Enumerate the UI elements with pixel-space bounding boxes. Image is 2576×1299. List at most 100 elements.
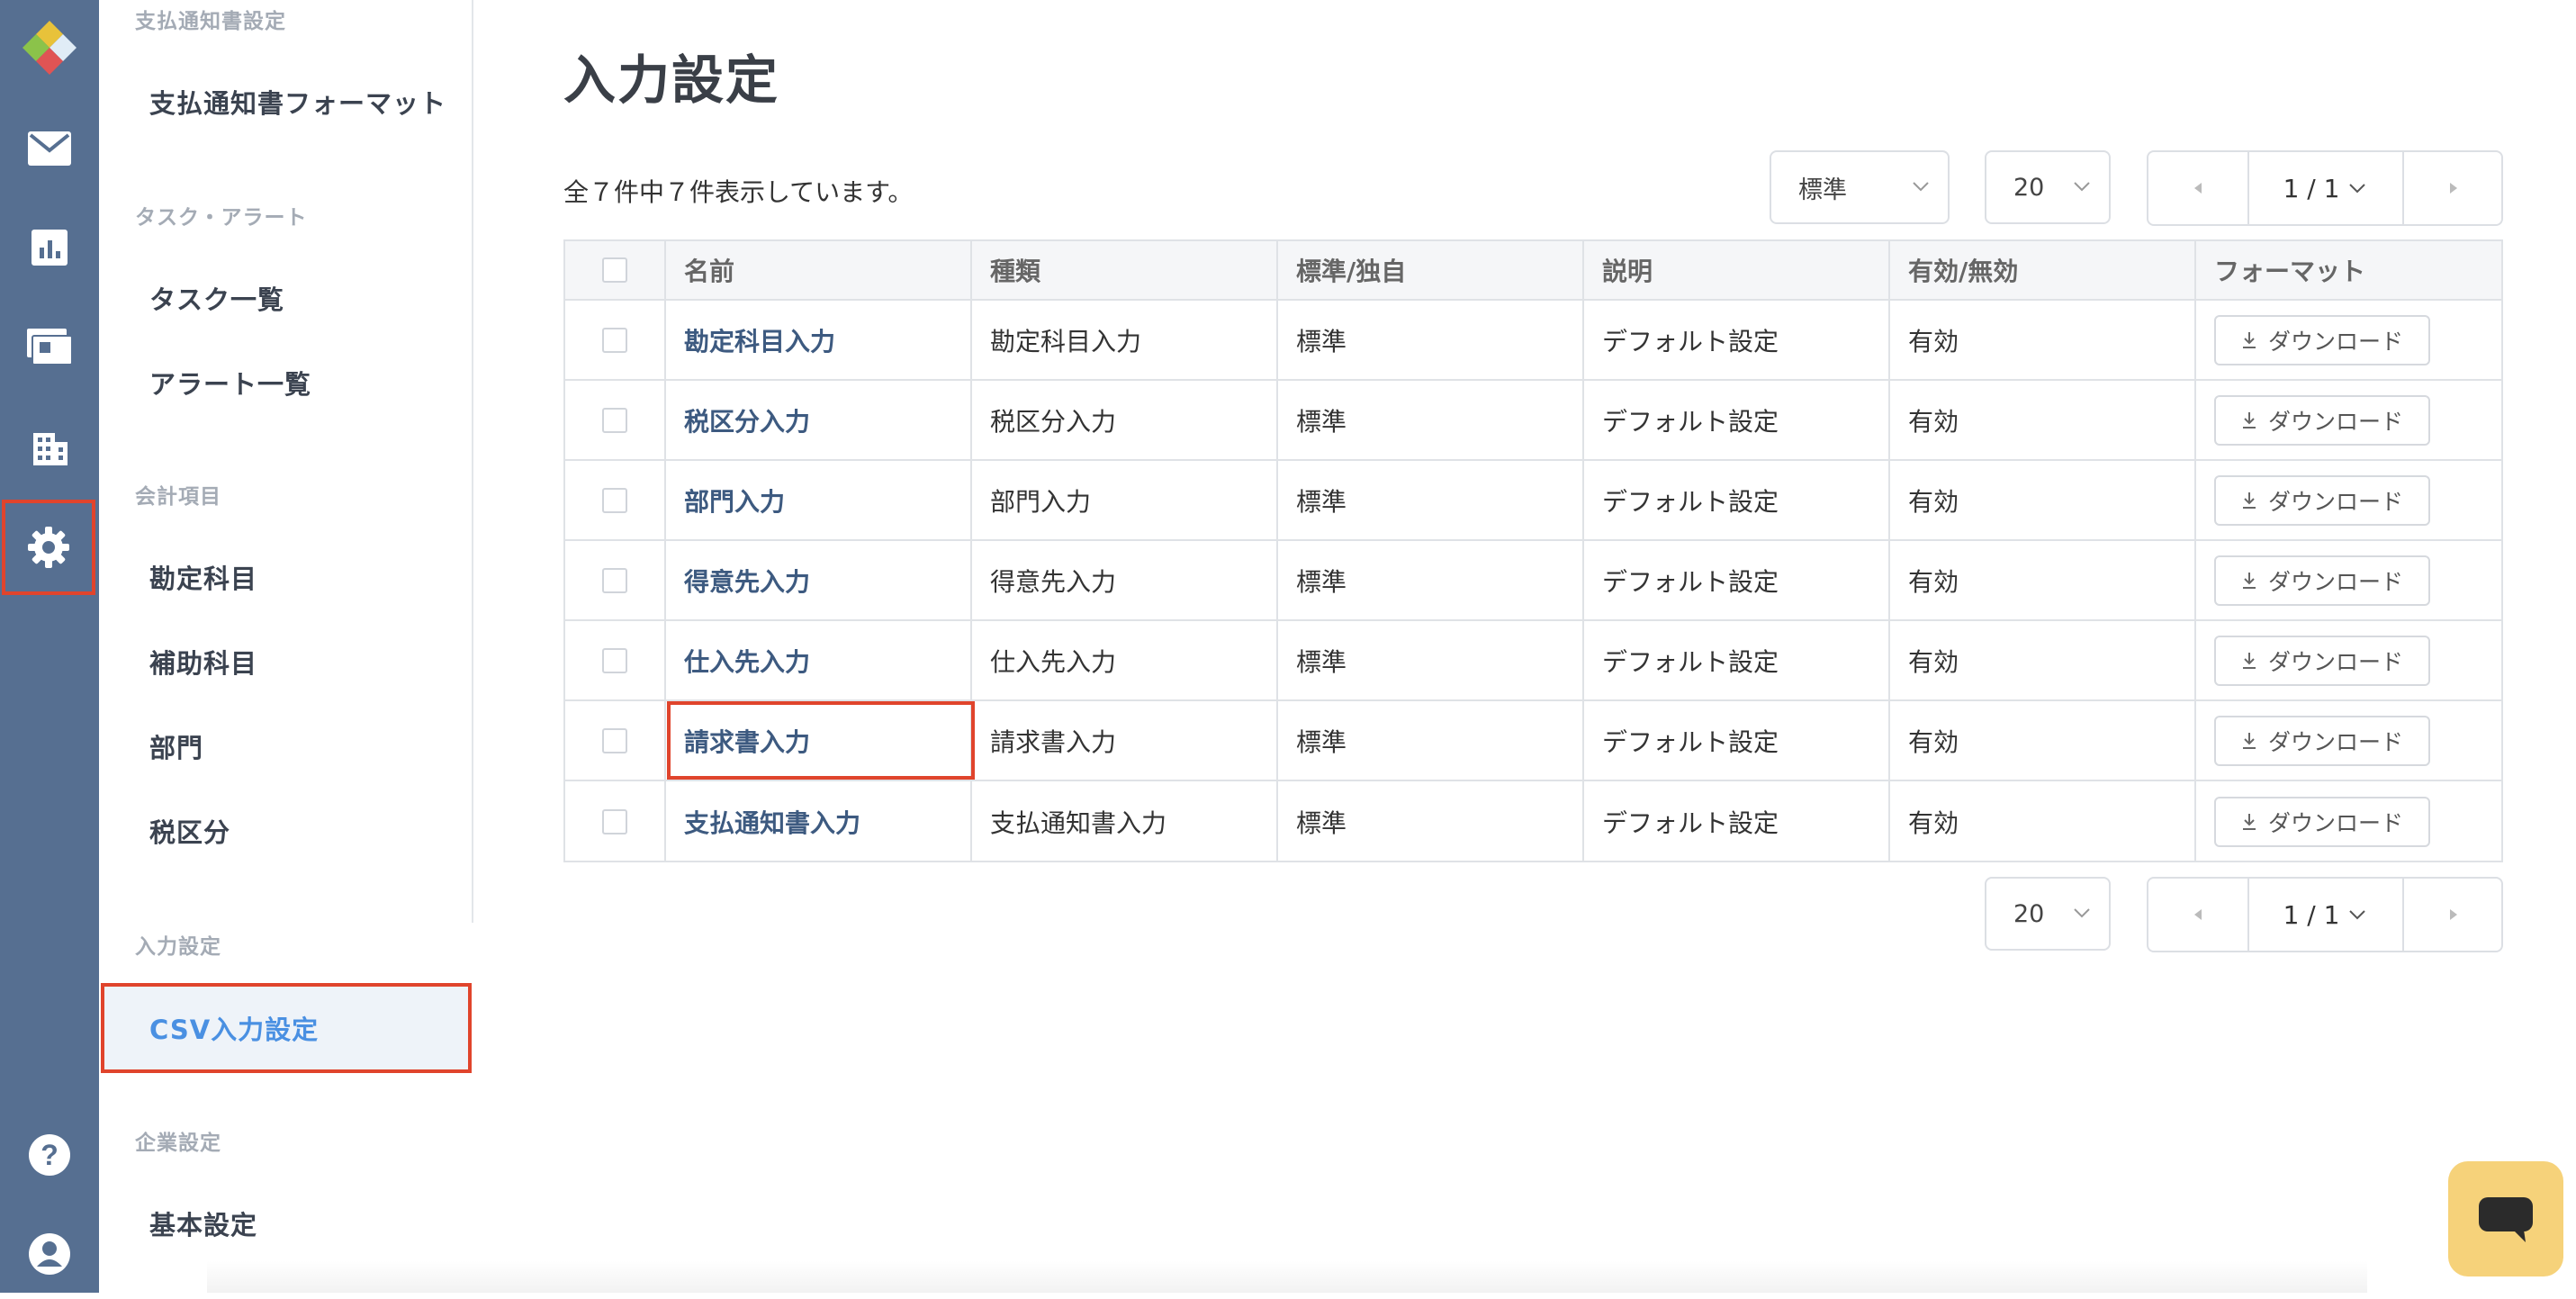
status-cell: 有効 <box>1890 381 2196 459</box>
logo-icon[interactable] <box>0 0 99 90</box>
sidebar-item-departments[interactable]: 部門 <box>149 727 203 765</box>
column-header-status[interactable]: 有効/無効 <box>1890 241 2196 299</box>
per-page-value: 20 <box>2013 899 2045 928</box>
download-button[interactable]: ダウンロード <box>2214 314 2430 365</box>
row-select-cell <box>565 621 666 699</box>
row-checkbox[interactable] <box>602 407 627 433</box>
section-title-accounting: 会計項目 <box>135 485 221 509</box>
status-cell: 有効 <box>1890 541 2196 619</box>
sidebar-item-csv-input[interactable]: CSV入力設定 <box>101 983 472 1073</box>
row-checkbox[interactable] <box>602 327 627 353</box>
gear-icon[interactable] <box>2 500 95 595</box>
prev-page-button[interactable] <box>2148 879 2249 951</box>
money-icon[interactable] <box>0 302 99 392</box>
row-name-link[interactable]: 部門入力 <box>684 483 785 519</box>
table-row: 部門入力 部門入力 標準 デフォルト設定 有効 ダウンロード <box>565 461 2501 541</box>
row-name-link[interactable]: 支払通知書入力 <box>684 804 860 840</box>
standard-cell: 標準 <box>1278 541 1584 619</box>
per-page-select-bottom[interactable]: 20 <box>1985 877 2111 951</box>
name-cell: 仕入先入力 <box>666 621 972 699</box>
row-name-link[interactable]: 仕入先入力 <box>684 643 810 679</box>
row-name-link[interactable]: 税区分入力 <box>684 402 810 438</box>
format-cell: ダウンロード <box>2196 461 2501 539</box>
pagination-top: 1 / 1 <box>2147 150 2503 226</box>
page-select[interactable]: 1 / 1 <box>2247 152 2404 224</box>
mail-icon[interactable] <box>0 104 99 194</box>
per-page-select-top[interactable]: 20 <box>1985 150 2111 224</box>
section-title-company: 企業設定 <box>135 1132 221 1155</box>
row-name-link[interactable]: 請求書入力 <box>684 723 810 759</box>
column-header-format: フォーマット <box>2214 257 2366 286</box>
account-icon[interactable] <box>0 1209 99 1299</box>
filter-select[interactable]: 標準 <box>1770 150 1950 224</box>
column-header-name[interactable]: 名前 <box>666 241 972 299</box>
standard-cell: 標準 <box>1278 621 1584 699</box>
name-cell: 勘定科目入力 <box>666 301 972 379</box>
next-page-button[interactable] <box>2404 152 2503 224</box>
table-row: 税区分入力 税区分入力 標準 デフォルト設定 有効 ダウンロード <box>565 381 2501 461</box>
sidebar-item-task-list[interactable]: タスク一覧 <box>149 279 284 317</box>
page-title: 入力設定 <box>563 50 780 111</box>
page-indicator: 1 / 1 <box>2283 899 2340 930</box>
format-cell: ダウンロード <box>2196 301 2501 379</box>
row-checkbox[interactable] <box>602 808 627 834</box>
download-label: ダウンロード <box>2267 568 2403 595</box>
sidebar-item-accounts[interactable]: 勘定科目 <box>149 558 257 596</box>
description-cell: デフォルト設定 <box>1584 381 1890 459</box>
name-cell: 部門入力 <box>666 461 972 539</box>
format-cell: ダウンロード <box>2196 541 2501 619</box>
column-header-description[interactable]: 説明 <box>1584 241 1890 299</box>
sidebar-item-tax-categories[interactable]: 税区分 <box>149 812 230 850</box>
column-header-type[interactable]: 種類 <box>972 241 1278 299</box>
sidebar-item-alert-list[interactable]: アラート一覧 <box>149 364 311 401</box>
status-cell: 有効 <box>1890 301 2196 379</box>
row-select-cell <box>565 541 666 619</box>
row-select-cell <box>565 301 666 379</box>
page-select[interactable]: 1 / 1 <box>2247 879 2404 951</box>
select-all-checkbox[interactable] <box>602 257 627 283</box>
page-indicator: 1 / 1 <box>2283 173 2340 203</box>
status-cell: 有効 <box>1890 621 2196 699</box>
download-button[interactable]: ダウンロード <box>2214 394 2430 446</box>
description-cell: デフォルト設定 <box>1584 461 1890 539</box>
caret-right-icon <box>2450 909 2457 920</box>
download-button[interactable]: ダウンロード <box>2214 555 2430 606</box>
chat-button[interactable] <box>2448 1161 2563 1276</box>
next-page-button[interactable] <box>2404 879 2503 951</box>
row-checkbox[interactable] <box>602 647 627 673</box>
download-button[interactable]: ダウンロード <box>2214 715 2430 766</box>
standard-cell: 標準 <box>1278 381 1584 459</box>
table-header-row: 名前 種類 標準/独自 説明 有効/無効 フォーマット <box>565 241 2501 301</box>
type-cell: 支払通知書入力 <box>972 781 1278 861</box>
help-icon[interactable]: ? <box>0 1110 99 1200</box>
section-title-task-alert: タスク・アラート <box>135 206 308 230</box>
building-icon[interactable] <box>0 401 99 491</box>
sidebar-item-sub-accounts[interactable]: 補助科目 <box>149 643 257 681</box>
chevron-down-icon <box>2349 184 2366 194</box>
per-page-value: 20 <box>2013 173 2045 202</box>
section-title-input-settings: 入力設定 <box>135 935 221 959</box>
download-button[interactable]: ダウンロード <box>2214 796 2430 847</box>
sidebar-item-basic-settings[interactable]: 基本設定 <box>149 1204 257 1242</box>
format-cell: ダウンロード <box>2196 701 2501 780</box>
download-button[interactable]: ダウンロード <box>2214 635 2430 686</box>
prev-page-button[interactable] <box>2148 152 2249 224</box>
csv-settings-table: 名前 種類 標準/独自 説明 有効/無効 フォーマット 勘定科目入力 勘定科目入力… <box>563 239 2503 862</box>
row-checkbox[interactable] <box>602 727 627 753</box>
row-checkbox[interactable] <box>602 487 627 513</box>
sidebar-item-payment-format[interactable]: 支払通知書フォーマット <box>149 83 446 121</box>
select-all-cell <box>565 241 666 299</box>
row-checkbox[interactable] <box>602 567 627 593</box>
type-cell: 税区分入力 <box>972 381 1278 459</box>
report-icon[interactable] <box>0 203 99 293</box>
caret-left-icon <box>2194 909 2202 920</box>
column-header-standard[interactable]: 標準/独自 <box>1278 241 1584 299</box>
row-select-cell <box>565 701 666 780</box>
download-button[interactable]: ダウンロード <box>2214 474 2430 526</box>
type-cell: 仕入先入力 <box>972 621 1278 699</box>
type-cell: 部門入力 <box>972 461 1278 539</box>
row-name-link[interactable]: 勘定科目入力 <box>684 322 835 358</box>
row-name-link[interactable]: 得意先入力 <box>684 563 810 599</box>
icon-rail: ? <box>0 0 99 1293</box>
standard-cell: 標準 <box>1278 301 1584 379</box>
